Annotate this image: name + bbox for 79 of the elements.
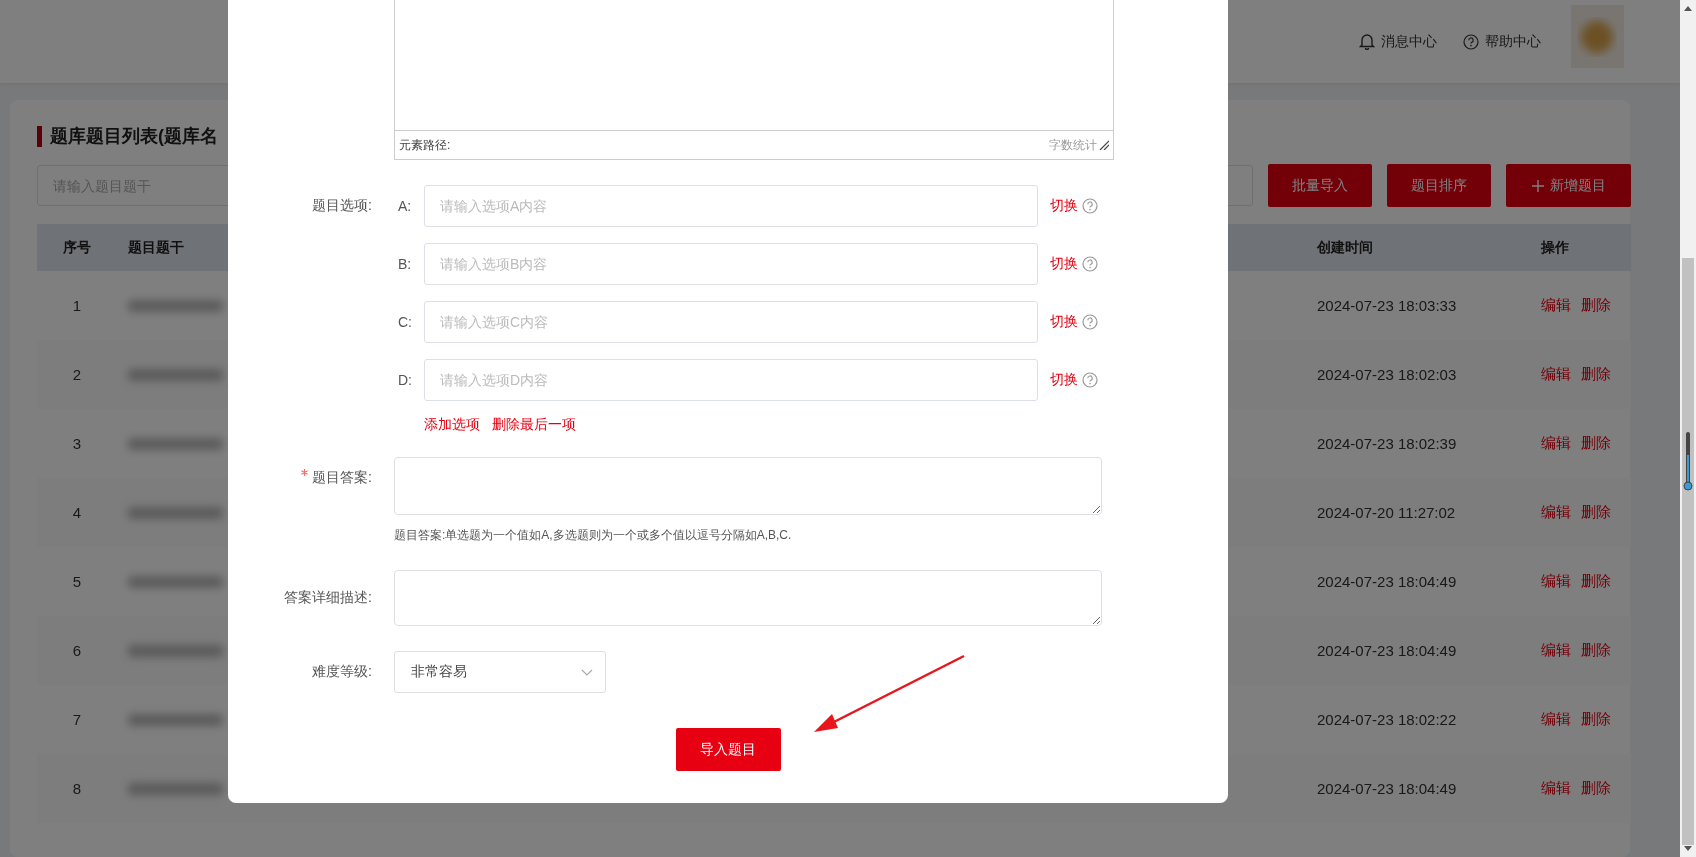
help-icon [1463,33,1479,50]
table-cell: 8 [72,780,82,797]
edit-link[interactable]: 编辑 [1541,503,1571,522]
delete-link[interactable]: 删除 [1581,641,1611,660]
help-icon [1082,198,1098,214]
table-cell: 2024-07-20 11:27:02 [1317,504,1456,521]
help-icon [1082,256,1098,272]
toolbar-button[interactable]: 批量导入 [1268,164,1372,207]
accent-bar [37,125,42,147]
table-cell: 2024-07-23 18:04:49 [1317,573,1457,590]
table-cell: 7 [72,711,82,728]
option-input[interactable]: 请输入选项C内容 [424,301,1038,343]
element-path-label: 元素路径: [399,136,451,154]
table-cell: 2024-07-23 18:02:39 [1317,435,1457,452]
toolbar-button[interactable]: 题目排序 [1387,164,1491,207]
table-cell: 1 [72,297,82,314]
header-link[interactable]: 消息中心 [1359,32,1437,51]
field-label: 题目选项: [312,197,372,215]
delete-link[interactable]: 删除 [1581,434,1611,453]
column-header: 题目题干 [128,238,184,255]
list-title: 题库题目列表(题库名 [50,125,218,148]
answer-field[interactable] [394,457,1102,515]
edit-link[interactable]: 编辑 [1541,296,1571,315]
field-label: 难度等级: [312,663,372,681]
delete-link[interactable]: 删除 [1581,296,1611,315]
option-action-link[interactable]: 删除最后一项 [492,416,576,434]
option-input[interactable]: 请输入选项A内容 [424,185,1038,227]
field-label: 题目答案: [312,469,372,487]
rich-text-editor[interactable]: 元素路径: 字数统计 [394,0,1114,160]
table-cell: 3 [72,435,82,452]
table-cell: 6 [72,642,82,659]
bell-icon [1359,33,1375,50]
column-header: 创建时间 [1317,238,1373,255]
table-cell: 2024-07-23 18:04:49 [1317,780,1457,797]
header-link[interactable]: 帮助中心 [1459,32,1541,51]
toggle-link[interactable]: 切换 [1050,255,1078,273]
difficulty-select[interactable]: 非常容易 [394,651,606,693]
toolbar-button[interactable]: 新增题目 [1506,164,1631,207]
help-icon [1082,372,1098,388]
table-cell: 2024-07-23 18:02:22 [1317,711,1457,728]
toggle-link[interactable]: 切换 [1050,197,1078,215]
detail-field[interactable] [394,570,1102,626]
option-letter: A: [397,198,413,214]
table-cell: 2024-07-23 18:03:33 [1317,297,1457,314]
field-label: 答案详细描述: [284,589,372,607]
table-cell: 2024-07-23 18:04:49 [1317,642,1457,659]
delete-link[interactable]: 删除 [1581,365,1611,384]
edit-link[interactable]: 编辑 [1541,641,1571,660]
option-input[interactable]: 请输入选项B内容 [424,243,1038,285]
table-cell: 2 [72,366,82,383]
table-cell: 2024-07-23 18:02:03 [1317,366,1457,383]
table-cell: 5 [72,573,82,590]
edit-link[interactable]: 编辑 [1541,434,1571,453]
option-letter: C: [397,314,413,330]
toggle-link[interactable]: 切换 [1050,313,1078,331]
help-icon [1082,314,1098,330]
column-header: 序号 [63,238,91,255]
plus-icon [1531,179,1544,192]
option-letter: B: [397,256,413,272]
delete-link[interactable]: 删除 [1581,503,1611,522]
edit-link[interactable]: 编辑 [1541,365,1571,384]
edit-link[interactable]: 编辑 [1541,779,1571,798]
option-letter: D: [397,372,413,388]
chevron-down-icon [581,668,593,676]
table-cell: 4 [72,504,82,521]
resize-handle-icon[interactable] [1099,140,1109,150]
option-action-link[interactable]: 添加选项 [424,416,480,434]
delete-link[interactable]: 删除 [1581,779,1611,798]
edit-link[interactable]: 编辑 [1541,710,1571,729]
import-button[interactable]: 导入题目 [675,728,781,771]
edit-link[interactable]: 编辑 [1541,572,1571,591]
avatar[interactable] [1571,5,1624,68]
option-input[interactable]: 请输入选项D内容 [424,359,1038,401]
answer-hint: 题目答案:单选题为一个值如A,多选题则为一个或多个值以逗号分隔如A,B,C. [394,527,793,544]
delete-link[interactable]: 删除 [1581,572,1611,591]
toggle-link[interactable]: 切换 [1050,371,1078,389]
column-header: 操作 [1541,238,1569,255]
delete-link[interactable]: 删除 [1581,710,1611,729]
word-count-label: 字数统计 [1049,136,1097,154]
